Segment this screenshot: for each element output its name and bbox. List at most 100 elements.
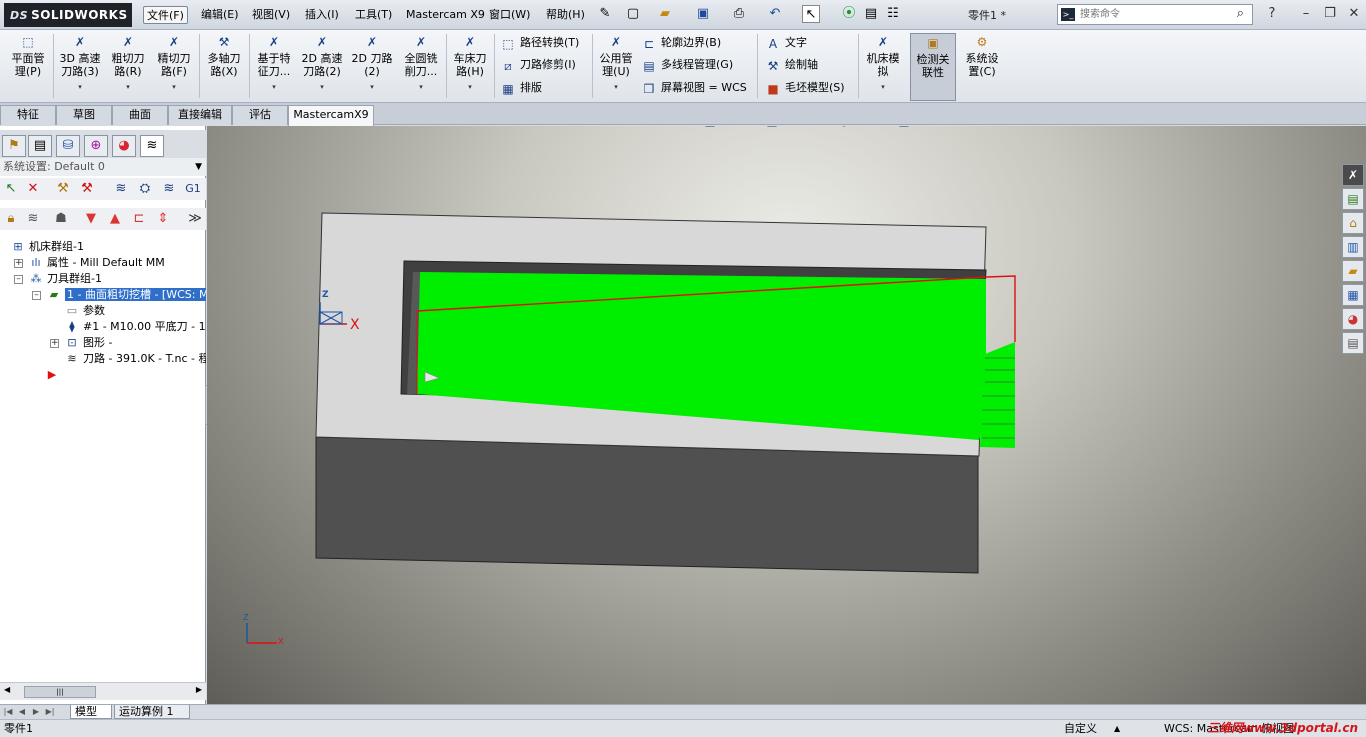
expand-toggle[interactable]: + (50, 339, 59, 348)
home-icon[interactable]: ⌂ (1342, 212, 1364, 234)
utilities-button[interactable]: ✗ 公用管 理(U) ▾ (595, 33, 637, 101)
custom-properties-icon[interactable]: ▤ (1342, 332, 1364, 354)
text-button[interactable]: A 文字 (765, 34, 807, 52)
prev-tab-icon[interactable]: ◀ (16, 706, 28, 718)
regenerate-selected-icon[interactable]: ⚒ (54, 181, 72, 197)
menu-tools[interactable]: 工具(T) (352, 6, 395, 24)
tab-evaluate[interactable]: 评估 (232, 105, 288, 125)
toggle-display-icon[interactable]: ≋ (24, 211, 42, 227)
circle-mill-toolpath-button[interactable]: ✗ 全圆铣 削刀... ▾ (398, 33, 444, 101)
viewport-minimize-icon[interactable]: – (1295, 126, 1311, 130)
system-settings-button[interactable]: ⚙ 系统设 置(C) (960, 33, 1004, 101)
tree-node-geometry[interactable]: ⊡ 图形 - (64, 335, 112, 351)
collapse-toggle[interactable]: – (32, 291, 41, 300)
collapse-toggle[interactable]: – (14, 275, 23, 284)
zoom-to-fit-icon[interactable]: ⊕ (635, 126, 653, 130)
tab-motion-study[interactable]: 运动算例 1 (114, 705, 190, 719)
options-icon[interactable]: ☷ (884, 5, 902, 23)
horizontal-scrollbar[interactable]: ◀ ||| ▶ (0, 682, 206, 700)
tab-features[interactable]: 特征 (0, 105, 56, 125)
tab-model[interactable]: 模型 (70, 705, 112, 719)
dimxpert-tab-icon[interactable]: ⊕ (84, 135, 108, 157)
resources-icon[interactable]: ▤ (1342, 188, 1364, 210)
menu-edit[interactable]: 编辑(E) (198, 6, 242, 24)
contour-boundary-button[interactable]: ⊏ 轮廓边界(B) (641, 34, 721, 52)
print-icon[interactable]: ⎙ (730, 5, 748, 23)
backplot-icon[interactable]: ≋ (112, 181, 130, 197)
next-tab-icon[interactable]: ▶ (30, 706, 42, 718)
design-library-icon[interactable]: ▥ (1342, 236, 1364, 258)
tree-node-tool[interactable]: ⧫ #1 - M10.00 平底刀 - 10 (64, 319, 206, 335)
view-orientation-icon[interactable]: ❒ (725, 126, 743, 130)
first-tab-icon[interactable]: |◀ (2, 706, 14, 718)
search-icon[interactable]: ⌕ (1237, 6, 1244, 21)
save-icon[interactable]: ▣ (694, 5, 712, 23)
plane-manager-button[interactable]: ⬚ 平面管 理(P) (6, 33, 50, 101)
command-search[interactable]: >_ ⌕ (1057, 4, 1253, 25)
restore-icon[interactable]: ❐ (1320, 4, 1340, 24)
config-manager-tab-icon[interactable]: ⛁ (56, 135, 80, 157)
menu-file[interactable]: 文件(F) (143, 6, 188, 24)
help-icon[interactable]: ? (1262, 4, 1282, 24)
2d-hst-toolpath-button[interactable]: ✗ 2D 高速 刀路(2) ▾ (298, 33, 346, 101)
feature-tree-tab-icon[interactable]: ⚑ (2, 135, 26, 157)
viewport-split-icon[interactable]: ▫ (1249, 126, 1265, 130)
property-manager-tab-icon[interactable]: ▤ (28, 135, 52, 157)
file-explorer-icon[interactable]: ▰ (1342, 260, 1364, 282)
tree-node-operation[interactable]: ▰ 1 - 曲面粗切挖槽 - [WCS: M (46, 287, 206, 303)
section-view-icon[interactable]: ◧ (701, 126, 719, 130)
viewport-restore-icon[interactable]: ❐ (1317, 126, 1333, 130)
pin-icon[interactable]: ✎ (596, 5, 614, 23)
chevron-up-icon[interactable]: ▲ (1114, 720, 1120, 737)
previous-view-icon[interactable]: ↰ (679, 126, 697, 130)
screen-view-button[interactable]: ❒ 屏幕视图 = WCS (641, 79, 747, 97)
tab-sketch[interactable]: 草图 (56, 105, 112, 125)
hide-show-items-icon[interactable]: ∞ (797, 126, 815, 130)
move-up-icon[interactable]: ▲ (106, 211, 124, 227)
select-all-icon[interactable]: ↖ (2, 181, 20, 197)
multiaxis-toolpath-button[interactable]: ⚒ 多轴刀 路(X) (202, 33, 246, 101)
undo-icon[interactable]: ↶ (766, 5, 784, 23)
tab-mastercam[interactable]: MastercamX9 (288, 105, 374, 126)
2d-toolpath-button[interactable]: ✗ 2D 刀路 (2) ▾ (348, 33, 396, 101)
tree-node-tool-group[interactable]: ⁂ 刀具群组-1 (28, 271, 102, 287)
apply-scene-icon[interactable]: ⁂ (857, 126, 875, 130)
verify-icon[interactable]: ⛭ (136, 181, 154, 197)
regenerate-dirty-icon[interactable]: ⚒ (78, 181, 96, 197)
close-icon[interactable]: ✕ (1344, 4, 1364, 24)
draw-axis-button[interactable]: ⚒ 绘制轴 (765, 56, 818, 74)
menu-help[interactable]: 帮助(H) (543, 6, 588, 24)
nesting-button[interactable]: ▦ 排版 (500, 79, 542, 97)
scroll-right-icon[interactable]: ▶ (196, 685, 202, 694)
path-transform-button[interactable]: ⬚ 路径转换(T) (500, 34, 579, 52)
system-settings-selector[interactable]: 系统设置: Default 0 ▼ (0, 158, 206, 176)
last-tab-icon[interactable]: ▶| (44, 706, 56, 718)
menu-mastercam[interactable]: Mastercam X9 (403, 6, 488, 24)
3d-hst-toolpath-button[interactable]: ✗ 3D 高速 刀路(3) ▾ (56, 33, 104, 101)
check-associativity-button[interactable]: ▣ 检测关 联性 (910, 33, 956, 101)
units-selector[interactable]: 自定义 (1064, 720, 1097, 737)
viewport-link-icon[interactable]: ▫ (1271, 126, 1287, 130)
move-down-icon[interactable]: ▼ (82, 211, 100, 227)
roughing-toolpath-button[interactable]: ✗ 粗切刀 路(R) ▾ (106, 33, 150, 101)
search-input[interactable] (1080, 7, 1230, 22)
open-folder-icon[interactable]: ▰ (656, 5, 674, 23)
view-palette-icon[interactable]: ▦ (1342, 284, 1364, 306)
new-document-icon[interactable]: ▢ (624, 5, 642, 23)
feature-based-toolpath-button[interactable]: ✗ 基于特 征刀... ▾ (252, 33, 296, 101)
menu-insert[interactable]: 插入(I) (302, 6, 342, 24)
file-properties-icon[interactable]: ▤ (862, 5, 880, 23)
insert-arrow-icon[interactable]: ⊏ (130, 211, 148, 227)
viewport-close-icon[interactable]: ✕ (1339, 126, 1355, 130)
lathe-toolpath-button[interactable]: ✗ 车床刀 路(H) ▾ (448, 33, 492, 101)
scroll-left-icon[interactable]: ◀ (4, 685, 10, 694)
insert-arrow-marker-icon[interactable]: ▶ (44, 367, 63, 383)
toggle-post-icon[interactable]: ☗ (52, 211, 70, 227)
tree-node-parameters[interactable]: ▭ 参数 (64, 303, 105, 319)
tab-direct-edit[interactable]: 直接编辑 (168, 105, 232, 125)
trim-toolpath-button[interactable]: ⧄ 刀路修剪(I) (500, 56, 576, 74)
menu-view[interactable]: 视图(V) (249, 6, 293, 24)
deselect-all-icon[interactable]: ✕ (24, 181, 42, 197)
lock-icon[interactable]: 🔒︎ (2, 211, 20, 227)
multithread-manager-button[interactable]: ▤ 多线程管理(G) (641, 56, 733, 74)
